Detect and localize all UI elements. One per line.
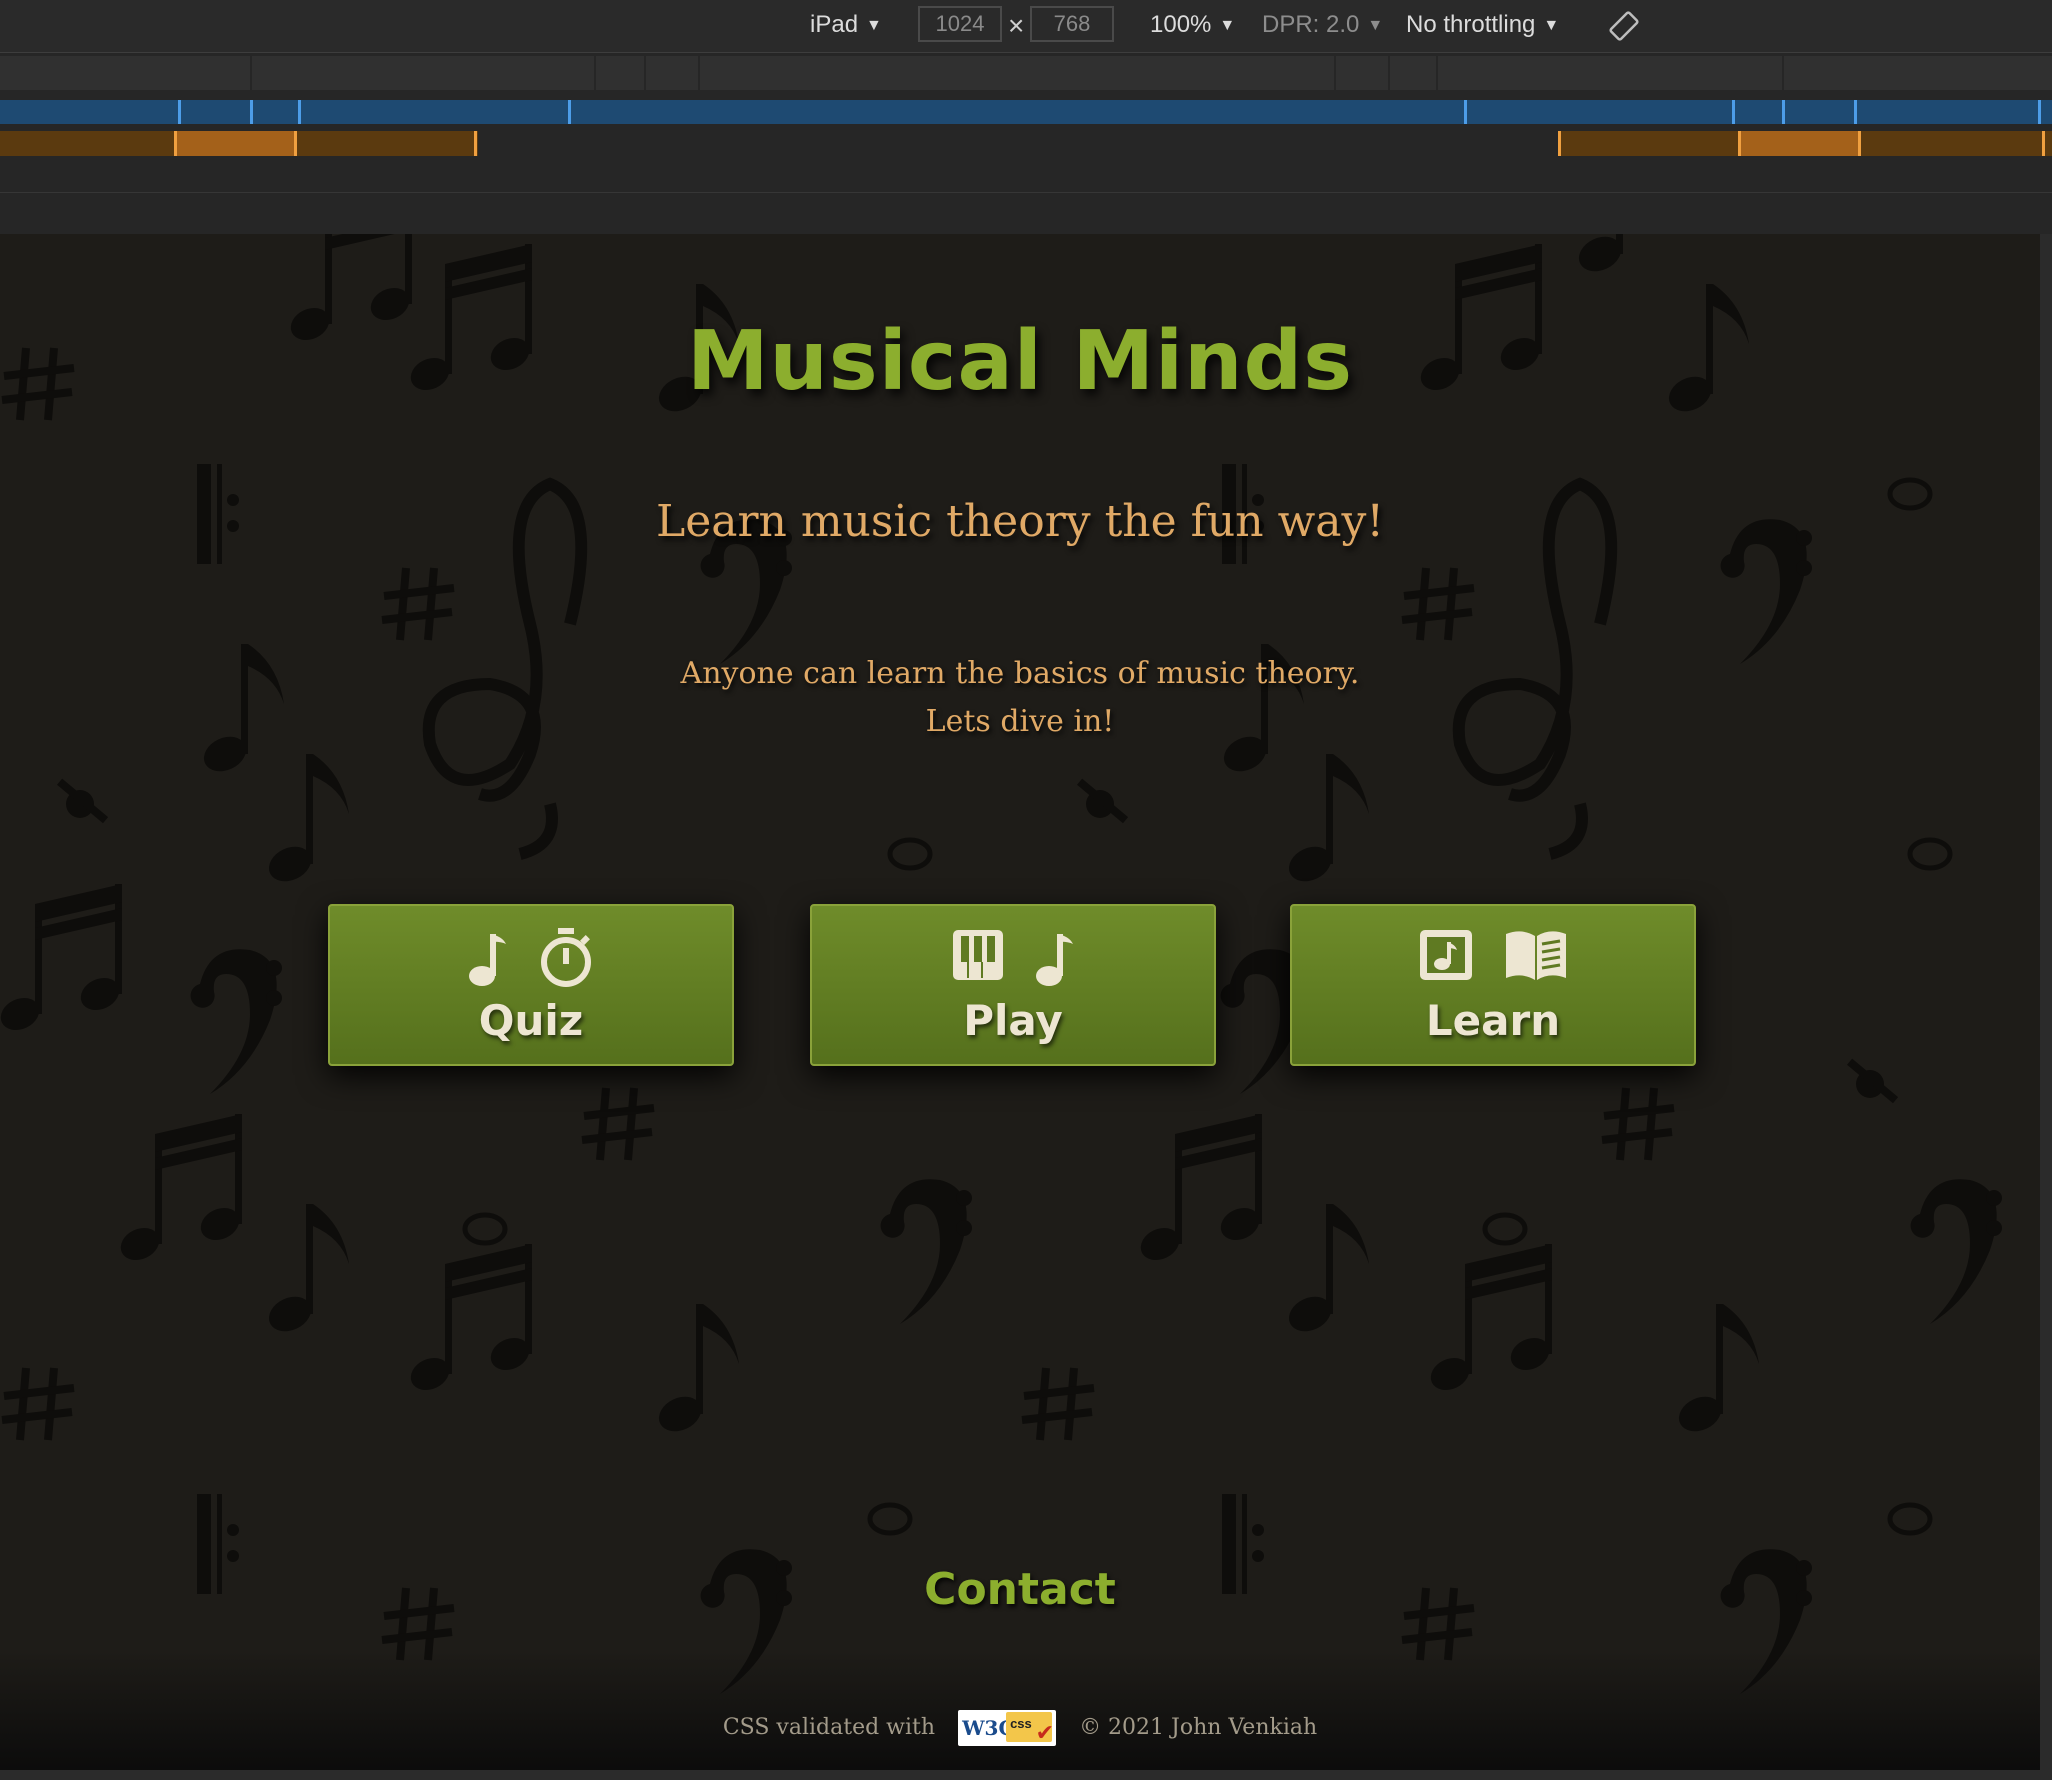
page-viewport: Musical Minds Learn music theory the fun… xyxy=(0,234,2040,1770)
zoom-select[interactable]: 100% ▼ xyxy=(1150,10,1235,41)
piano-keys-icon xyxy=(951,928,1005,990)
chevron-down-icon: ▼ xyxy=(866,17,882,34)
viewport-edge xyxy=(2040,234,2052,1780)
play-button[interactable]: Play xyxy=(810,904,1216,1066)
chevron-down-icon: ▼ xyxy=(1543,17,1560,34)
css-validated-text: CSS validated with xyxy=(722,1715,936,1740)
throttling-select[interactable]: No throttling ▼ xyxy=(1406,10,1559,41)
open-book-icon xyxy=(1504,928,1568,990)
device-toolbar: iPad ▼ 1024 × 768 100% ▼ DPR: 2.0 ▼ No thro… xyxy=(0,0,2052,53)
dpr-label: DPR: 2.0 xyxy=(1262,11,1360,38)
footer: CSS validated with W3C css ✔ © 2021 John… xyxy=(0,1710,2040,1746)
learn-button[interactable]: Learn xyxy=(1290,904,1696,1066)
quiz-button-label: Quiz xyxy=(478,996,584,1045)
stopwatch-icon xyxy=(538,928,594,990)
checkmark-icon: ✔ xyxy=(1035,1721,1055,1746)
music-file-icon xyxy=(1418,928,1474,990)
intro-text: Anyone can learn the basics of music the… xyxy=(0,650,2040,746)
quiz-button[interactable]: Quiz xyxy=(328,904,734,1066)
device-select[interactable]: iPad ▼ xyxy=(810,10,882,41)
ruler xyxy=(0,192,2052,235)
zoom-label: 100% xyxy=(1150,11,1212,38)
music-note-icon xyxy=(1035,928,1075,990)
tagline: Learn music theory the fun way! xyxy=(655,496,1385,547)
dpr-select[interactable]: DPR: 2.0 ▼ xyxy=(1262,10,1383,41)
chevron-down-icon: ▼ xyxy=(1367,17,1384,34)
contact-link[interactable]: Contact xyxy=(0,1564,2040,1615)
learn-button-label: Learn xyxy=(1425,996,1561,1045)
device-label: iPad xyxy=(810,11,859,38)
height-input[interactable]: 768 xyxy=(1030,6,1114,42)
chevron-down-icon: ▼ xyxy=(1219,17,1236,34)
play-button-label: Play xyxy=(963,996,1063,1045)
media-query-bar-max[interactable] xyxy=(0,56,2052,90)
times-icon: × xyxy=(1008,10,1025,41)
throttling-label: No throttling xyxy=(1406,11,1536,38)
copyright-text: © 2021 John Venkiah xyxy=(1079,1715,1318,1740)
intro-line-1: Anyone can learn the basics of music the… xyxy=(680,656,1360,691)
w3c-css-badge[interactable]: W3C css ✔ xyxy=(958,1710,1057,1746)
rotate-icon[interactable] xyxy=(1608,10,1640,50)
music-note-icon xyxy=(468,928,508,990)
site-title: Musical Minds xyxy=(686,314,1354,409)
width-input[interactable]: 1024 xyxy=(918,6,1002,42)
media-query-bar-min[interactable] xyxy=(0,100,2052,124)
intro-line-2: Lets dive in! xyxy=(925,704,1115,739)
